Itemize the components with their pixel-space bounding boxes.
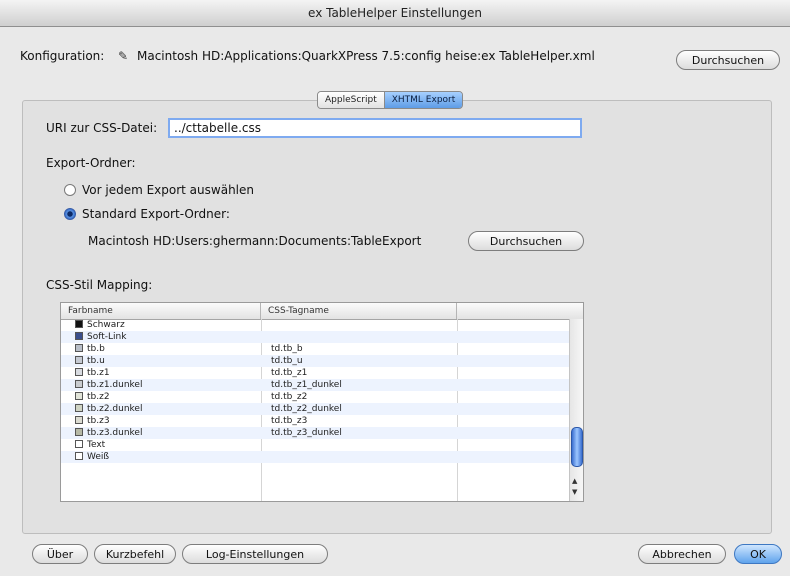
row-color-name: Schwarz (87, 320, 125, 330)
scroll-down-arrow-icon[interactable]: ▼ (572, 488, 577, 496)
tab-applescript[interactable]: AppleScript (318, 92, 384, 108)
scrollbar-thumb[interactable] (571, 427, 583, 467)
table-row[interactable]: Soft-Link (61, 331, 569, 343)
config-label: Konfiguration: (20, 49, 105, 63)
row-css-tag[interactable]: td.tb_u (271, 355, 457, 367)
row-color-name: tb.z3 (87, 416, 110, 426)
ok-button[interactable]: OK (734, 544, 782, 564)
table-header: Farbname CSS-Tagname (61, 303, 583, 320)
row-color-name: tb.b (87, 344, 105, 354)
row-color-name: tb.u (87, 356, 105, 366)
row-color-name: Soft-Link (87, 332, 127, 342)
cancel-button[interactable]: Abbrechen (638, 544, 726, 564)
css-uri-input[interactable] (168, 118, 582, 138)
row-css-tag[interactable]: td.tb_b (271, 343, 457, 355)
color-swatch-icon (75, 332, 83, 340)
table-row[interactable]: Schwarz (61, 319, 569, 331)
export-browse-button[interactable]: Durchsuchen (468, 231, 584, 251)
row-color-name: tb.z3.dunkel (87, 428, 143, 438)
config-path: Macintosh HD:Applications:QuarkXPress 7.… (137, 49, 595, 63)
row-color-name: tb.z1 (87, 368, 110, 378)
color-swatch-icon (75, 404, 83, 412)
row-color-name: tb.z2 (87, 392, 110, 402)
css-uri-label: URI zur CSS-Datei: (46, 121, 158, 135)
table-row[interactable]: tb.z2 td.tb_z2 (61, 391, 569, 403)
tab-bar: AppleScript XHTML Export (317, 91, 464, 109)
table-row[interactable]: Weiß (61, 451, 569, 463)
shortcut-button[interactable]: Kurzbefehl (94, 544, 176, 564)
scroll-up-arrow-icon[interactable]: ▲ (572, 477, 577, 485)
table-row[interactable]: tb.z1 td.tb_z1 (61, 367, 569, 379)
color-swatch-icon (75, 320, 83, 328)
row-css-tag[interactable]: td.tb_z3 (271, 415, 457, 427)
standard-export-path: Macintosh HD:Users:ghermann:Documents:Ta… (88, 234, 422, 248)
color-swatch-icon (75, 452, 83, 460)
column-header-css-tag[interactable]: CSS-Tagname (261, 303, 457, 319)
table-row[interactable]: tb.z3 td.tb_z3 (61, 415, 569, 427)
radio-choose-each-export-label[interactable]: Vor jedem Export auswählen (82, 183, 254, 197)
table-row[interactable]: tb.u td.tb_u (61, 355, 569, 367)
row-color-name: tb.z2.dunkel (87, 404, 143, 414)
color-swatch-icon (75, 392, 83, 400)
row-color-name: Text (87, 440, 106, 450)
color-swatch-icon (75, 380, 83, 388)
table-scrollbar[interactable]: ▲ ▼ (569, 319, 583, 501)
row-color-name: tb.z1.dunkel (87, 380, 143, 390)
table-rows: Schwarz Soft-Link tb.b td.tb_b tb.u td.tb_… (61, 319, 569, 463)
export-folder-label: Export-Ordner: (46, 156, 136, 170)
row-css-tag[interactable] (271, 319, 457, 331)
log-settings-button[interactable]: Log-Einstellungen (182, 544, 328, 564)
column-header-color-name[interactable]: Farbname (61, 303, 261, 319)
color-swatch-icon (75, 440, 83, 448)
radio-standard-export-folder-label[interactable]: Standard Export-Ordner: (82, 207, 230, 221)
table-row[interactable]: tb.z2.dunkel td.tb_z2_dunkel (61, 403, 569, 415)
css-mapping-table: Farbname CSS-Tagname Schwarz Soft-Link t… (60, 302, 584, 502)
config-browse-button[interactable]: Durchsuchen (676, 50, 780, 70)
row-css-tag[interactable] (271, 331, 457, 343)
tab-xhtml-export[interactable]: XHTML Export (383, 92, 463, 108)
row-css-tag[interactable]: td.tb_z2 (271, 391, 457, 403)
window-title: ex TableHelper Einstellungen (0, 0, 790, 27)
color-swatch-icon (75, 356, 83, 364)
color-swatch-icon (75, 416, 83, 424)
table-row[interactable]: tb.b td.tb_b (61, 343, 569, 355)
table-row[interactable]: tb.z1.dunkel td.tb_z1_dunkel (61, 379, 569, 391)
row-css-tag[interactable]: td.tb_z3_dunkel (271, 427, 457, 439)
color-swatch-icon (75, 344, 83, 352)
radio-choose-each-export[interactable] (64, 184, 76, 196)
settings-window: ex TableHelper Einstellungen Konfigurati… (0, 0, 790, 576)
row-css-tag[interactable]: td.tb_z1 (271, 367, 457, 379)
color-swatch-icon (75, 428, 83, 436)
pencil-icon: ✎ (118, 49, 129, 63)
color-swatch-icon (75, 368, 83, 376)
radio-standard-export-folder[interactable] (64, 208, 76, 220)
row-css-tag[interactable] (271, 439, 457, 451)
css-mapping-label: CSS-Stil Mapping: (46, 278, 153, 292)
row-css-tag[interactable]: td.tb_z1_dunkel (271, 379, 457, 391)
row-color-name: Weiß (87, 452, 110, 462)
table-row[interactable]: Text (61, 439, 569, 451)
row-css-tag[interactable]: td.tb_z2_dunkel (271, 403, 457, 415)
table-row[interactable]: tb.z3.dunkel td.tb_z3_dunkel (61, 427, 569, 439)
row-css-tag[interactable] (271, 451, 457, 463)
about-button[interactable]: Über (32, 544, 88, 564)
column-header-empty (457, 303, 569, 319)
